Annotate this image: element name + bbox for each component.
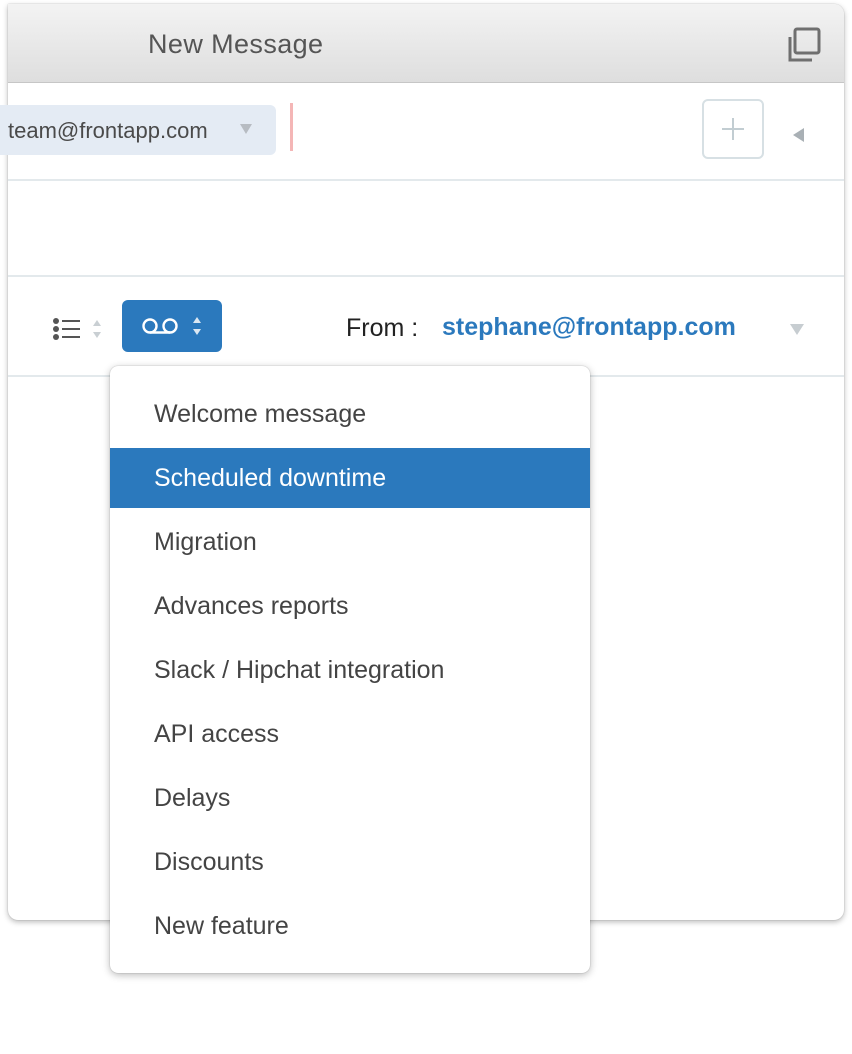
up-down-stepper-icon xyxy=(193,317,201,335)
add-recipient-button[interactable] xyxy=(702,99,764,159)
window-title: New Message xyxy=(148,29,324,59)
caret-down-icon[interactable] xyxy=(240,124,252,134)
template-menu-list: Welcome message Scheduled downtime Migrati… xyxy=(110,384,590,960)
up-down-stepper-icon[interactable] xyxy=(92,317,102,341)
recipient-chip[interactable]: team@frontapp.com xyxy=(0,105,276,155)
template-menu-item[interactable]: API access xyxy=(110,704,590,764)
voicemail-icon xyxy=(142,318,178,334)
compose-toolbar: From : stephane@frontapp.com xyxy=(8,277,844,377)
subject-row[interactable] xyxy=(8,181,844,277)
template-menu-item[interactable]: Advances reports xyxy=(110,576,590,636)
title-bar: New Message xyxy=(8,4,844,83)
template-menu-item[interactable]: Discounts xyxy=(110,832,590,892)
template-menu-item[interactable]: New feature xyxy=(110,896,590,956)
template-menu-item[interactable]: Migration xyxy=(110,512,590,572)
from-label: From : xyxy=(346,314,419,342)
template-dropdown-menu: Welcome message Scheduled downtime Migrati… xyxy=(110,366,590,973)
template-menu-item[interactable]: Delays xyxy=(110,768,590,828)
template-menu-item[interactable]: Slack / Hipchat integration xyxy=(110,640,590,700)
popout-window-icon[interactable] xyxy=(784,26,824,66)
bulleted-list-icon[interactable] xyxy=(52,317,82,341)
template-picker-button[interactable] xyxy=(122,300,222,352)
recipient-chip-label: team@frontapp.com xyxy=(8,118,208,143)
recipient-input-cursor[interactable] xyxy=(290,103,293,151)
template-menu-item[interactable]: Welcome message xyxy=(110,384,590,444)
recipients-row: team@frontapp.com xyxy=(0,83,844,181)
template-menu-item[interactable]: Scheduled downtime xyxy=(110,448,590,508)
caret-left-icon[interactable] xyxy=(793,128,804,142)
caret-down-icon[interactable] xyxy=(790,324,804,335)
from-address-select[interactable]: stephane@frontapp.com xyxy=(442,313,736,342)
